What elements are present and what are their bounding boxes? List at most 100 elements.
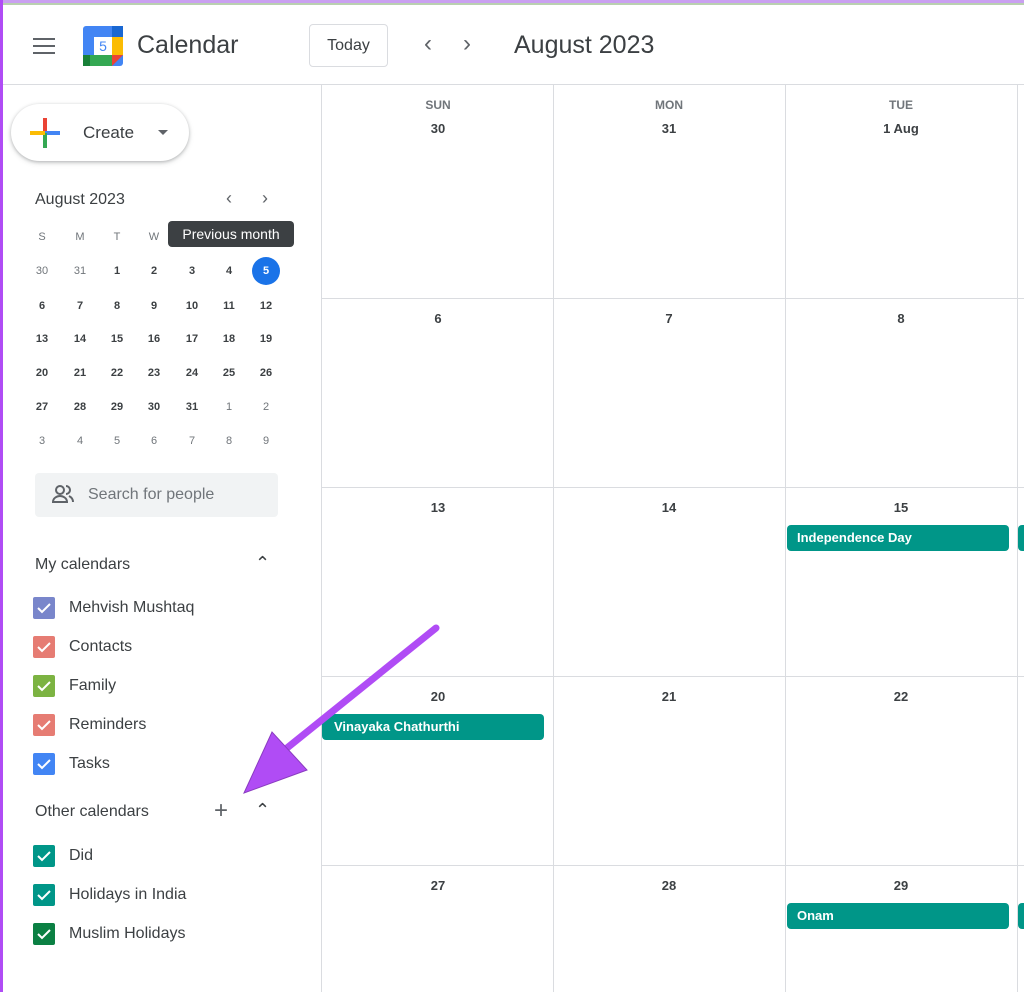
mini-day[interactable]: 31 — [65, 265, 95, 277]
mini-day[interactable]: 1 — [102, 265, 132, 277]
mini-day-today[interactable]: 5 — [252, 257, 280, 285]
grid-column-divider — [321, 85, 322, 992]
mini-day[interactable]: 30 — [139, 401, 169, 413]
calendar-checkbox[interactable] — [33, 675, 55, 697]
previous-period-chevron-left-icon[interactable]: ‹ — [424, 30, 432, 58]
calendar-checkbox[interactable] — [33, 884, 55, 906]
mini-day[interactable]: 20 — [27, 367, 57, 379]
mini-day[interactable]: 4 — [214, 265, 244, 277]
event-chip[interactable]: Independence Day — [787, 525, 1009, 551]
mini-day[interactable]: 3 — [177, 265, 207, 277]
grid-row-divider — [321, 865, 1024, 866]
calendar-checkbox[interactable] — [33, 597, 55, 619]
mini-day[interactable]: 8 — [214, 435, 244, 447]
calendar-list-item[interactable]: Muslim Holidays — [33, 922, 185, 946]
mini-weekday-label: T — [113, 231, 121, 243]
mini-day[interactable]: 13 — [27, 333, 57, 345]
mini-next-month-chevron-right-icon[interactable]: › — [262, 188, 268, 209]
event-chip-next-column[interactable] — [1018, 525, 1024, 551]
next-period-chevron-right-icon[interactable]: › — [463, 30, 471, 58]
mini-day[interactable]: 3 — [27, 435, 57, 447]
mini-day[interactable]: 16 — [139, 333, 169, 345]
day-number[interactable]: 30 — [398, 121, 478, 136]
today-button[interactable]: Today — [309, 24, 388, 67]
mini-day[interactable]: 15 — [102, 333, 132, 345]
calendar-checkbox[interactable] — [33, 845, 55, 867]
create-button[interactable]: Create — [11, 104, 189, 161]
calendar-checkbox[interactable] — [33, 753, 55, 775]
grid-row-divider — [321, 487, 1024, 488]
mini-day[interactable]: 2 — [251, 401, 281, 413]
day-number[interactable]: 15 — [861, 500, 941, 515]
mini-day[interactable]: 23 — [139, 367, 169, 379]
mini-day[interactable]: 18 — [214, 333, 244, 345]
mini-day[interactable]: 19 — [251, 333, 281, 345]
mini-day[interactable]: 26 — [251, 367, 281, 379]
mini-day[interactable]: 29 — [102, 401, 132, 413]
mini-day[interactable]: 2 — [139, 265, 169, 277]
mini-calendar-title: August 2023 — [35, 191, 125, 208]
day-number[interactable]: 20 — [398, 689, 478, 704]
main-menu-icon[interactable] — [33, 38, 55, 54]
check-icon — [37, 890, 51, 901]
mini-day[interactable]: 5 — [102, 435, 132, 447]
mini-day[interactable]: 17 — [177, 333, 207, 345]
calendar-list-item[interactable]: Mehvish Mushtaq — [33, 596, 194, 620]
mini-day[interactable]: 6 — [139, 435, 169, 447]
calendar-list-item[interactable]: Family — [33, 674, 116, 698]
mini-day[interactable]: 22 — [102, 367, 132, 379]
event-chip[interactable]: Vinayaka Chathurthi — [322, 714, 544, 740]
calendar-list-item[interactable]: Holidays in India — [33, 883, 186, 907]
day-number[interactable]: 28 — [629, 878, 709, 893]
mini-day[interactable]: 27 — [27, 401, 57, 413]
calendar-list-item[interactable]: Contacts — [33, 635, 132, 659]
mini-day[interactable]: 30 — [27, 265, 57, 277]
day-number[interactable]: 1 Aug — [861, 121, 941, 136]
svg-text:5: 5 — [99, 38, 107, 54]
collapse-my-calendars-chevron-up-icon[interactable]: ⌃ — [255, 553, 270, 574]
event-chip-next-column[interactable] — [1018, 903, 1024, 929]
day-number[interactable]: 31 — [629, 121, 709, 136]
mini-day[interactable]: 1 — [214, 401, 244, 413]
day-number[interactable]: 13 — [398, 500, 478, 515]
mini-day[interactable]: 9 — [251, 435, 281, 447]
caret-down-icon[interactable] — [158, 130, 168, 135]
day-number[interactable]: 7 — [629, 311, 709, 326]
mini-day[interactable]: 4 — [65, 435, 95, 447]
calendar-list-item[interactable]: Reminders — [33, 713, 146, 737]
mini-day[interactable]: 9 — [139, 300, 169, 312]
calendar-list-item[interactable]: Tasks — [33, 752, 110, 776]
mini-day[interactable]: 6 — [27, 300, 57, 312]
mini-previous-month-chevron-left-icon[interactable]: ‹ — [226, 188, 232, 209]
mini-day[interactable]: 24 — [177, 367, 207, 379]
day-number[interactable]: 6 — [398, 311, 478, 326]
day-number[interactable]: 14 — [629, 500, 709, 515]
mini-day[interactable]: 11 — [214, 300, 244, 312]
mini-day[interactable]: 7 — [177, 435, 207, 447]
event-chip[interactable]: Onam — [787, 903, 1009, 929]
calendar-label: Tasks — [69, 755, 110, 772]
mini-day[interactable]: 31 — [177, 401, 207, 413]
day-number[interactable]: 22 — [861, 689, 941, 704]
day-number[interactable]: 8 — [861, 311, 941, 326]
calendar-checkbox[interactable] — [33, 923, 55, 945]
day-number[interactable]: 21 — [629, 689, 709, 704]
mini-weekday-label: M — [75, 231, 85, 243]
calendar-checkbox[interactable] — [33, 636, 55, 658]
mini-day[interactable]: 7 — [65, 300, 95, 312]
mini-day[interactable]: 25 — [214, 367, 244, 379]
mini-day[interactable]: 14 — [65, 333, 95, 345]
calendar-list-item[interactable]: Did — [33, 844, 93, 868]
day-number[interactable]: 27 — [398, 878, 478, 893]
mini-day[interactable]: 12 — [251, 300, 281, 312]
mini-day[interactable]: 28 — [65, 401, 95, 413]
calendar-checkbox[interactable] — [33, 714, 55, 736]
search-people-input[interactable]: Search for people — [35, 473, 278, 517]
image-border-top — [0, 0, 1024, 5]
mini-day[interactable]: 21 — [65, 367, 95, 379]
mini-day[interactable]: 8 — [102, 300, 132, 312]
day-number[interactable]: 29 — [861, 878, 941, 893]
mini-day[interactable]: 10 — [177, 300, 207, 312]
collapse-other-calendars-chevron-up-icon[interactable]: ⌃ — [255, 800, 270, 821]
add-other-calendar-plus-icon[interactable]: + — [214, 797, 228, 825]
